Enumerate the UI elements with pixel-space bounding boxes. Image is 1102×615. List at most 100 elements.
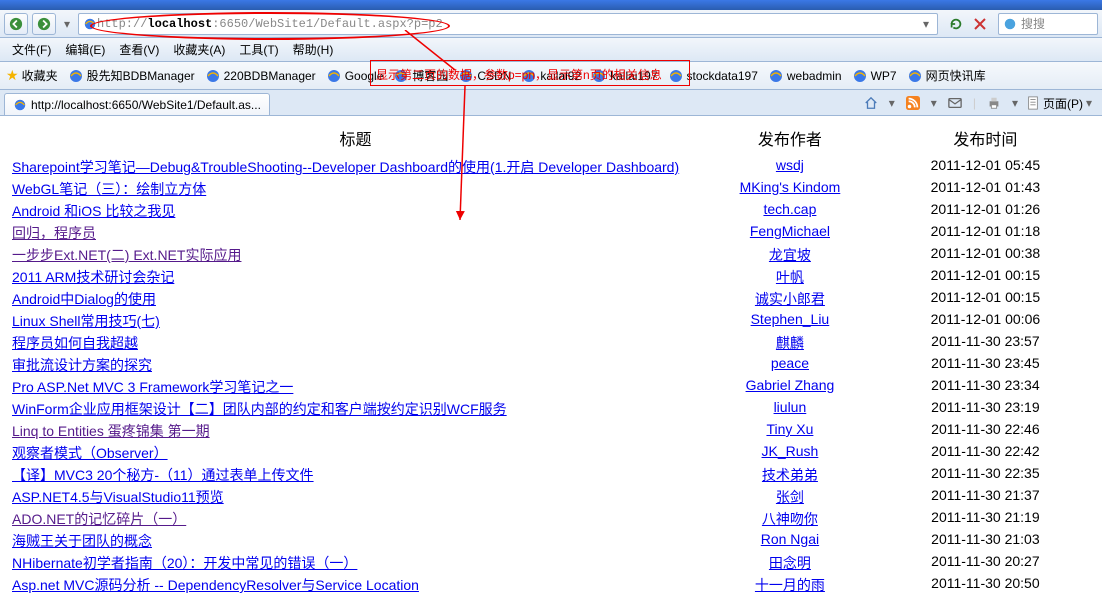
table-row: ADO.NET的记忆碎片（一）八神吻你2011-11-30 21:19 xyxy=(8,508,1094,530)
bookmark-label: CSDN xyxy=(477,69,511,83)
bookmarks-bar: ★ 收藏夹 股先知BDBManager 220BDBManager Google 博客… xyxy=(0,62,1102,90)
refresh-button[interactable] xyxy=(946,14,966,34)
author-link[interactable]: wsdj xyxy=(776,157,804,173)
author-link[interactable]: Ron Ngai xyxy=(761,531,819,547)
url-text: http://localhost:6650/WebSite1/Default.a… xyxy=(97,17,443,31)
author-link[interactable]: 八神吻你 xyxy=(762,511,818,527)
favicon xyxy=(591,68,607,84)
post-title-link[interactable]: Android 和iOS 比较之我见 xyxy=(12,203,175,219)
dropdown-icon[interactable]: ▾ xyxy=(1086,96,1092,110)
bookmark-item[interactable]: kailai197 xyxy=(591,68,657,84)
star-icon: ★ xyxy=(6,67,19,84)
author-link[interactable]: 技术弟弟 xyxy=(762,467,818,483)
favorites-label: 收藏夹 xyxy=(22,67,58,84)
address-dropdown[interactable]: ▾ xyxy=(919,17,933,31)
post-time: 2011-11-30 20:27 xyxy=(877,552,1094,574)
author-link[interactable]: 张剑 xyxy=(776,489,804,505)
search-box[interactable]: 搜搜 xyxy=(998,13,1098,35)
table-row: 观察者模式（Observer） JK_Rush 2011-11-30 22:42 xyxy=(8,442,1094,464)
author-link[interactable]: liulun xyxy=(774,399,807,415)
post-time: 2011-11-30 22:42 xyxy=(877,442,1094,464)
bookmark-item[interactable]: stockdata197 xyxy=(668,68,758,84)
bookmark-item[interactable]: 220BDBManager xyxy=(205,68,316,84)
address-bar[interactable]: http://localhost:6650/WebSite1/Default.a… xyxy=(78,13,938,35)
search-provider-icon xyxy=(1003,17,1017,31)
post-title-link[interactable]: 回归，程序员 xyxy=(12,225,96,241)
menu-help[interactable]: 帮助(H) xyxy=(287,39,340,60)
post-title-link[interactable]: Sharepoint学习笔记—Debug&TroubleShooting--De… xyxy=(12,159,679,175)
post-title-link[interactable]: 观察者模式（Observer） xyxy=(12,445,168,461)
menu-file[interactable]: 文件(F) xyxy=(6,39,57,60)
page-menu[interactable]: 页面(P) ▾ xyxy=(1026,95,1092,112)
bookmark-item[interactable]: CSDN xyxy=(458,68,511,84)
author-link[interactable]: FengMichael xyxy=(750,223,830,239)
author-link[interactable]: tech.cap xyxy=(763,201,816,217)
menu-view[interactable]: 查看(V) xyxy=(113,39,165,60)
nav-history-dropdown[interactable]: ▾ xyxy=(60,17,74,31)
stop-button[interactable] xyxy=(970,14,990,34)
dropdown-icon[interactable]: ▾ xyxy=(931,96,937,110)
post-title-link[interactable]: 【译】MVC3 20个秘方-（11）通过表单上传文件 xyxy=(12,467,314,483)
favicon xyxy=(852,68,868,84)
author-link[interactable]: Tiny Xu xyxy=(766,421,813,437)
author-link[interactable]: 诚实小郎君 xyxy=(755,291,825,307)
post-title-link[interactable]: Asp.net MVC源码分析 -- DependencyResolver与Se… xyxy=(12,577,419,593)
bookmark-item[interactable]: kailai92 xyxy=(521,68,581,84)
browser-tab[interactable]: http://localhost:6650/WebSite1/Default.a… xyxy=(4,93,270,115)
author-link[interactable]: MKing's Kindom xyxy=(740,179,841,195)
feeds-button[interactable] xyxy=(903,93,923,113)
post-title-link[interactable]: ADO.NET的记忆碎片（一） xyxy=(12,511,186,527)
post-title-link[interactable]: NHibernate初学者指南（20）：开发中常见的错误（一） xyxy=(12,555,357,571)
dropdown-icon[interactable]: ▾ xyxy=(889,96,895,110)
menu-edit[interactable]: 编辑(E) xyxy=(59,39,111,60)
author-link[interactable]: peace xyxy=(771,355,809,371)
post-title-link[interactable]: Linux Shell常用技巧(七) xyxy=(12,313,160,329)
bookmark-item[interactable]: 股先知BDBManager xyxy=(68,67,195,84)
post-title-link[interactable]: 海贼王关于团队的概念 xyxy=(12,533,152,549)
author-link[interactable]: 十一月的雨 xyxy=(755,577,825,593)
table-row: WinForm企业应用框架设计【二】团队内部的约定和客户端按约定识别WCF服务 l… xyxy=(8,398,1094,420)
bookmark-item[interactable]: 博客园 xyxy=(393,67,448,84)
back-button[interactable] xyxy=(4,13,28,35)
favicon xyxy=(68,68,84,84)
post-time: 2011-12-01 01:26 xyxy=(877,200,1094,222)
post-title-link[interactable]: WebGL笔记（三）：绘制立方体 xyxy=(12,181,206,197)
bookmark-label: 220BDBManager xyxy=(224,69,316,83)
menu-tools[interactable]: 工具(T) xyxy=(233,39,284,60)
favorites-button[interactable]: ★ 收藏夹 xyxy=(6,67,58,84)
post-time: 2011-12-01 01:18 xyxy=(877,222,1094,244)
bookmark-label: Google xyxy=(345,69,384,83)
post-time: 2011-11-30 20:50 xyxy=(877,574,1094,596)
bookmark-item[interactable]: Google xyxy=(326,68,384,84)
author-link[interactable]: 麒麟 xyxy=(776,335,804,351)
bookmark-item[interactable]: 网页快讯库 xyxy=(907,67,986,84)
table-row: ASP.NET4.5与VisualStudio11预览张剑2011-11-30 … xyxy=(8,486,1094,508)
ie-icon xyxy=(13,98,27,112)
mail-button[interactable] xyxy=(945,93,965,113)
post-title-link[interactable]: ASP.NET4.5与VisualStudio11预览 xyxy=(12,489,224,505)
forward-button[interactable] xyxy=(32,13,56,35)
menu-favorites[interactable]: 收藏夹(A) xyxy=(167,39,231,60)
post-title-link[interactable]: 审批流设计方案的探究 xyxy=(12,357,152,373)
post-title-link[interactable]: 一步步Ext.NET(二) Ext.NET实际应用 xyxy=(12,247,241,263)
post-time: 2011-11-30 23:57 xyxy=(877,332,1094,354)
bookmark-item[interactable]: WP7 xyxy=(852,68,897,84)
author-link[interactable]: Gabriel Zhang xyxy=(746,377,835,393)
post-title-link[interactable]: 程序员如何自我超越 xyxy=(12,335,138,351)
post-title-link[interactable]: Android中Dialog的使用 xyxy=(12,291,156,307)
author-link[interactable]: Stephen_Liu xyxy=(751,311,830,327)
author-link[interactable]: 田念明 xyxy=(769,555,811,571)
home-button[interactable] xyxy=(861,93,881,113)
post-title-link[interactable]: Linq to Entities 蛋疼锦集 第一期 xyxy=(12,423,210,439)
post-title-link[interactable]: Pro ASP.Net MVC 3 Framework学习笔记之一 xyxy=(12,379,293,395)
post-title-link[interactable]: WinForm企业应用框架设计【二】团队内部的约定和客户端按约定识别WCF服务 xyxy=(12,401,507,417)
post-title-link[interactable]: 2011 ARM技术研讨会杂记 xyxy=(12,269,174,285)
bookmark-item[interactable]: webadmin xyxy=(768,68,842,84)
print-button[interactable] xyxy=(984,93,1004,113)
author-link[interactable]: JK_Rush xyxy=(762,443,819,459)
author-link[interactable]: 叶帆 xyxy=(776,269,804,285)
author-link[interactable]: 龙宜坡 xyxy=(769,247,811,263)
dropdown-icon[interactable]: ▾ xyxy=(1012,96,1018,110)
ie-icon xyxy=(83,17,97,31)
table-row: 一步步Ext.NET(二) Ext.NET实际应用龙宜坡2011-12-01 0… xyxy=(8,244,1094,266)
